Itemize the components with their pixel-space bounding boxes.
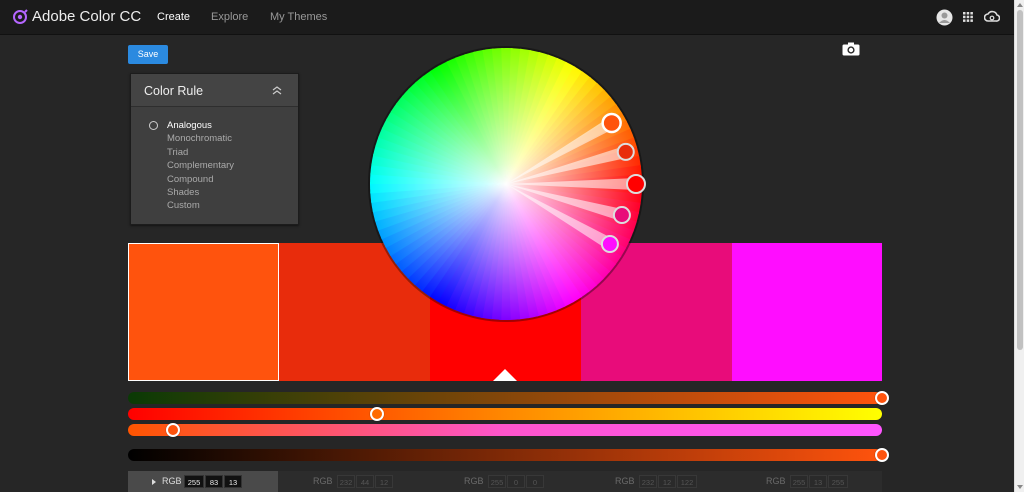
chevron-up-double-icon[interactable]: [272, 86, 282, 95]
rgb-label: RGB: [313, 476, 333, 486]
expand-caret-icon[interactable]: [152, 479, 156, 485]
slider-saturation-knob[interactable]: [166, 423, 181, 437]
rgb-r-field[interactable]: 255: [184, 475, 204, 488]
slider-brightness[interactable]: [128, 391, 889, 405]
rgb-r-field[interactable]: 232: [639, 475, 657, 488]
rgb-label: RGB: [464, 476, 484, 486]
rgb-label: RGB: [162, 476, 182, 486]
color-rule-panel: Color Rule Analogous Monochromatic Triad…: [130, 73, 299, 225]
rule-option-analogous[interactable]: Analogous: [131, 119, 298, 132]
adobe-color-logo-icon: [13, 9, 28, 24]
rule-option-complementary[interactable]: Complementary: [131, 159, 298, 172]
apps-grid-icon[interactable]: [963, 12, 973, 22]
rgb-b-field[interactable]: 122: [677, 475, 697, 488]
slider-value[interactable]: [128, 448, 889, 462]
rule-option-custom[interactable]: Custom: [131, 199, 298, 212]
rgb-label: RGB: [615, 476, 635, 486]
rgb-group-4[interactable]: RGB 232 12 122: [581, 471, 731, 492]
slider-hue[interactable]: [128, 407, 882, 421]
user-avatar-icon[interactable]: [936, 9, 953, 26]
slider-saturation[interactable]: [128, 423, 882, 437]
scroll-up-icon[interactable]: [1017, 3, 1023, 7]
rgb-b-field[interactable]: 13: [224, 475, 242, 488]
rule-option-triad[interactable]: Triad: [131, 146, 298, 159]
app-title: Adobe Color CC: [32, 8, 142, 25]
color-rule-list: Analogous Monochromatic Triad Complement…: [131, 119, 298, 213]
rule-option-compound[interactable]: Compound: [131, 173, 298, 186]
color-wheel[interactable]: [366, 44, 646, 324]
color-rule-title: Color Rule: [144, 84, 204, 98]
nav-my-themes[interactable]: My Themes: [270, 11, 327, 23]
rgb-r-field[interactable]: 255: [790, 475, 808, 488]
rgb-g-field[interactable]: 12: [658, 475, 676, 488]
rgb-group-2[interactable]: RGB 232 44 12: [279, 471, 429, 492]
color-swatch-5[interactable]: [732, 243, 882, 381]
slider-value-knob[interactable]: [875, 448, 889, 462]
rgb-values-row: RGB 255 83 13 RGB 232 44 12 RGB 255 0 0 …: [128, 471, 882, 492]
rgb-label: RGB: [766, 476, 786, 486]
rgb-group-5[interactable]: RGB 255 13 255: [732, 471, 882, 492]
nav-create[interactable]: Create: [157, 11, 190, 23]
wheel-handle[interactable]: [616, 142, 635, 161]
page-scrollbar[interactable]: [1014, 0, 1024, 492]
rgb-g-field[interactable]: 83: [205, 475, 223, 488]
rgb-group-1[interactable]: RGB 255 83 13: [128, 471, 278, 492]
radio-icon[interactable]: [149, 121, 158, 130]
slider-brightness-knob[interactable]: [875, 391, 889, 405]
rgb-g-field[interactable]: 0: [507, 475, 525, 488]
save-button[interactable]: Save: [128, 45, 168, 64]
color-rule-header[interactable]: Color Rule: [131, 74, 298, 107]
rgb-g-field[interactable]: 44: [356, 475, 374, 488]
rgb-b-field[interactable]: 0: [526, 475, 544, 488]
wheel-handle[interactable]: [626, 174, 646, 194]
top-bar: Adobe Color CC Create Explore My Themes: [0, 0, 1014, 35]
scroll-down-icon[interactable]: [1017, 485, 1023, 489]
slider-hue-knob[interactable]: [369, 407, 384, 421]
base-color-pointer-icon: [493, 369, 517, 381]
rgb-b-field[interactable]: 12: [375, 475, 393, 488]
nav-explore[interactable]: Explore: [211, 11, 248, 23]
rgb-r-field[interactable]: 232: [337, 475, 355, 488]
creative-cloud-icon[interactable]: [984, 10, 1000, 24]
wheel-handle[interactable]: [612, 206, 631, 225]
camera-icon[interactable]: [842, 42, 860, 56]
rgb-g-field[interactable]: 13: [809, 475, 827, 488]
wheel-handle[interactable]: [601, 112, 622, 134]
scrollbar-thumb[interactable]: [1017, 10, 1023, 350]
rgb-r-field[interactable]: 255: [488, 475, 506, 488]
rgb-group-3[interactable]: RGB 255 0 0: [430, 471, 580, 492]
rule-option-shades[interactable]: Shades: [131, 186, 298, 199]
wheel-handle[interactable]: [600, 235, 619, 253]
rule-option-monochromatic[interactable]: Monochromatic: [131, 132, 298, 145]
rgb-b-field[interactable]: 255: [828, 475, 848, 488]
color-swatch-1[interactable]: [128, 243, 279, 381]
